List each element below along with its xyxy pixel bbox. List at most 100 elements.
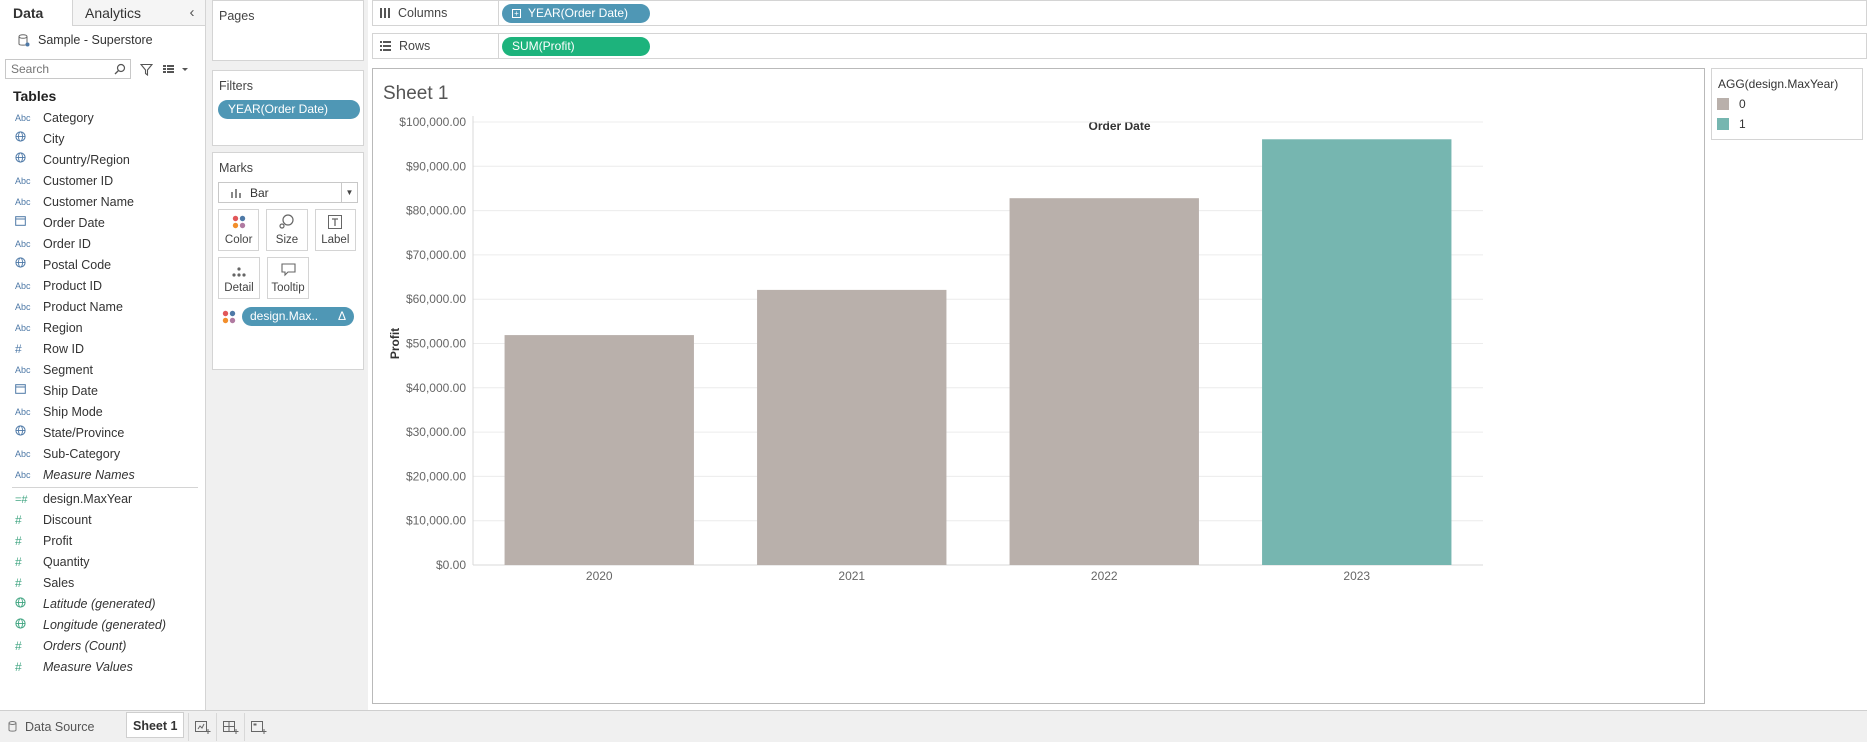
rows-shelf[interactable]: Rows SUM(Profit) — [372, 33, 1867, 59]
globe-icon — [0, 594, 28, 615]
field-item[interactable]: # Orders (Count) — [0, 636, 205, 657]
search-input[interactable] — [6, 60, 106, 78]
field-item[interactable]: Longitude (generated) — [0, 615, 205, 636]
data-source-tab[interactable]: Data Source — [0, 711, 126, 742]
field-name: Sub-Category — [43, 447, 121, 461]
field-item[interactable]: Abc Measure Names — [0, 465, 205, 486]
field-item[interactable]: Abc Product Name — [0, 297, 205, 318]
columns-pill-year-order-date[interactable]: + YEAR(Order Date) — [502, 3, 650, 23]
field-item[interactable]: # Row ID — [0, 339, 205, 360]
filters-card[interactable]: Filters YEAR(Order Date) — [212, 70, 364, 146]
color-button[interactable]: Color — [218, 209, 260, 251]
field-item[interactable]: # Quantity — [0, 552, 205, 573]
y-tick-label: $70,000.00 — [406, 248, 466, 262]
mark-buttons-row-1: Color Size Label — [218, 209, 363, 251]
search-icon[interactable] — [114, 63, 126, 75]
y-tick-label: $90,000.00 — [406, 159, 466, 173]
pages-card[interactable]: Pages — [212, 0, 364, 61]
sheet-tab-sheet-1[interactable]: Sheet 1 — [126, 711, 185, 738]
string-type-icon: Abc — [15, 365, 31, 375]
chevron-down-icon: ▼ — [341, 183, 357, 202]
field-item[interactable]: # Sales — [0, 573, 205, 594]
color-pill-design-maxyear[interactable]: design.Max.. Δ — [242, 307, 354, 326]
bar-2020[interactable] — [504, 335, 694, 565]
field-item[interactable]: Abc Segment — [0, 360, 205, 381]
string-type-icon: Abc — [15, 281, 31, 291]
tableau-workspace: Data Analytics ‹ Sample - Superstore Sea… — [0, 0, 1867, 742]
field-item[interactable]: Abc Product ID — [0, 276, 205, 297]
field-item[interactable]: Abc Customer Name — [0, 192, 205, 213]
field-item[interactable]: =# design.MaxYear — [0, 489, 205, 510]
size-button[interactable]: Size — [266, 209, 308, 251]
field-item[interactable]: # Measure Values — [0, 657, 205, 678]
new-worksheet-icon[interactable] — [188, 712, 216, 741]
globe-icon — [0, 150, 28, 171]
field-item[interactable]: # Profit — [0, 531, 205, 552]
label-button[interactable]: Label — [314, 209, 356, 251]
field-item[interactable]: Latitude (generated) — [0, 594, 205, 615]
x-tick-label: 2020 — [586, 569, 613, 583]
field-item[interactable]: Ship Date — [0, 381, 205, 402]
rows-icon — [380, 41, 391, 51]
bar-2022[interactable] — [1009, 198, 1199, 566]
bar-2023[interactable] — [1262, 139, 1452, 565]
legend-items: 01 — [1712, 97, 1862, 131]
color-label: Color — [224, 234, 253, 246]
field-item[interactable]: Abc Ship Mode — [0, 402, 205, 423]
legend-item[interactable]: 1 — [1717, 117, 1862, 131]
view-options-icon[interactable] — [161, 59, 191, 79]
marks-card: Marks Bar ▼ Color Size Label Detail Tool… — [212, 152, 364, 370]
field-item[interactable]: State/Province — [0, 423, 205, 444]
color-pill-row: design.Max.. Δ — [222, 307, 363, 326]
field-name: Longitude (generated) — [43, 618, 167, 632]
color-encoding-icon — [222, 310, 236, 323]
tab-data[interactable]: Data — [0, 0, 73, 26]
color-legend[interactable]: AGG(design.MaxYear) 01 — [1711, 68, 1863, 140]
field-name: Customer Name — [43, 195, 134, 209]
field-item[interactable]: Abc Customer ID — [0, 171, 205, 192]
field-item[interactable]: Postal Code — [0, 255, 205, 276]
field-item[interactable]: Abc Region — [0, 318, 205, 339]
string-type-icon: Abc — [15, 176, 31, 186]
field-item[interactable]: Order Date — [0, 213, 205, 234]
field-name: design.MaxYear — [43, 492, 133, 506]
bar-chart-icon — [231, 188, 241, 198]
worksheet-view[interactable]: Sheet 1 Order Date $0.00 $10,000.00 $20,00… — [372, 68, 1705, 704]
field-item[interactable]: Abc Order ID — [0, 234, 205, 255]
field-item[interactable]: Abc Sub-Category — [0, 444, 205, 465]
field-name: Ship Date — [43, 384, 98, 398]
datasource-item[interactable]: Sample - Superstore — [0, 26, 205, 54]
tooltip-button[interactable]: Tooltip — [267, 257, 309, 299]
string-type-icon: Abc — [15, 197, 31, 207]
mark-type-dropdown[interactable]: Bar ▼ — [218, 182, 358, 203]
field-item[interactable]: Abc Category — [0, 108, 205, 129]
columns-label: Columns — [398, 6, 448, 20]
field-name: Customer ID — [43, 174, 114, 188]
legend-item[interactable]: 0 — [1717, 97, 1862, 111]
detail-button[interactable]: Detail — [218, 257, 260, 299]
expand-plus-icon[interactable]: + — [512, 8, 521, 18]
field-item[interactable]: City — [0, 129, 205, 150]
field-item[interactable]: # Discount — [0, 510, 205, 531]
filter-pill-year-order-date[interactable]: YEAR(Order Date) — [218, 100, 360, 119]
tab-analytics[interactable]: Analytics — [73, 0, 179, 26]
field-name: Quantity — [43, 555, 90, 569]
columns-shelf[interactable]: Columns + YEAR(Order Date) — [372, 0, 1867, 26]
field-item[interactable]: Country/Region — [0, 150, 205, 171]
columns-icon — [380, 8, 390, 18]
field-name: State/Province — [43, 426, 125, 440]
new-dashboard-icon[interactable] — [216, 712, 244, 741]
dimension-list: Abc Category City Country/Region Abc Customer… — [0, 108, 205, 486]
collapse-pane-icon[interactable]: ‹ — [179, 0, 205, 25]
rows-pill-sum-profit[interactable]: SUM(Profit) — [502, 36, 650, 56]
field-name: Product ID — [43, 279, 103, 293]
filter-icon[interactable] — [135, 59, 157, 79]
number-type-icon: # — [15, 660, 22, 674]
bar-2021[interactable] — [757, 289, 947, 565]
number-type-icon: # — [15, 576, 22, 590]
y-tick-label: $100,000.00 — [399, 115, 466, 129]
label-label: Label — [321, 234, 350, 246]
new-story-icon[interactable] — [244, 712, 272, 741]
string-type-icon: Abc — [15, 470, 31, 480]
legend-label: 0 — [1739, 97, 1746, 111]
